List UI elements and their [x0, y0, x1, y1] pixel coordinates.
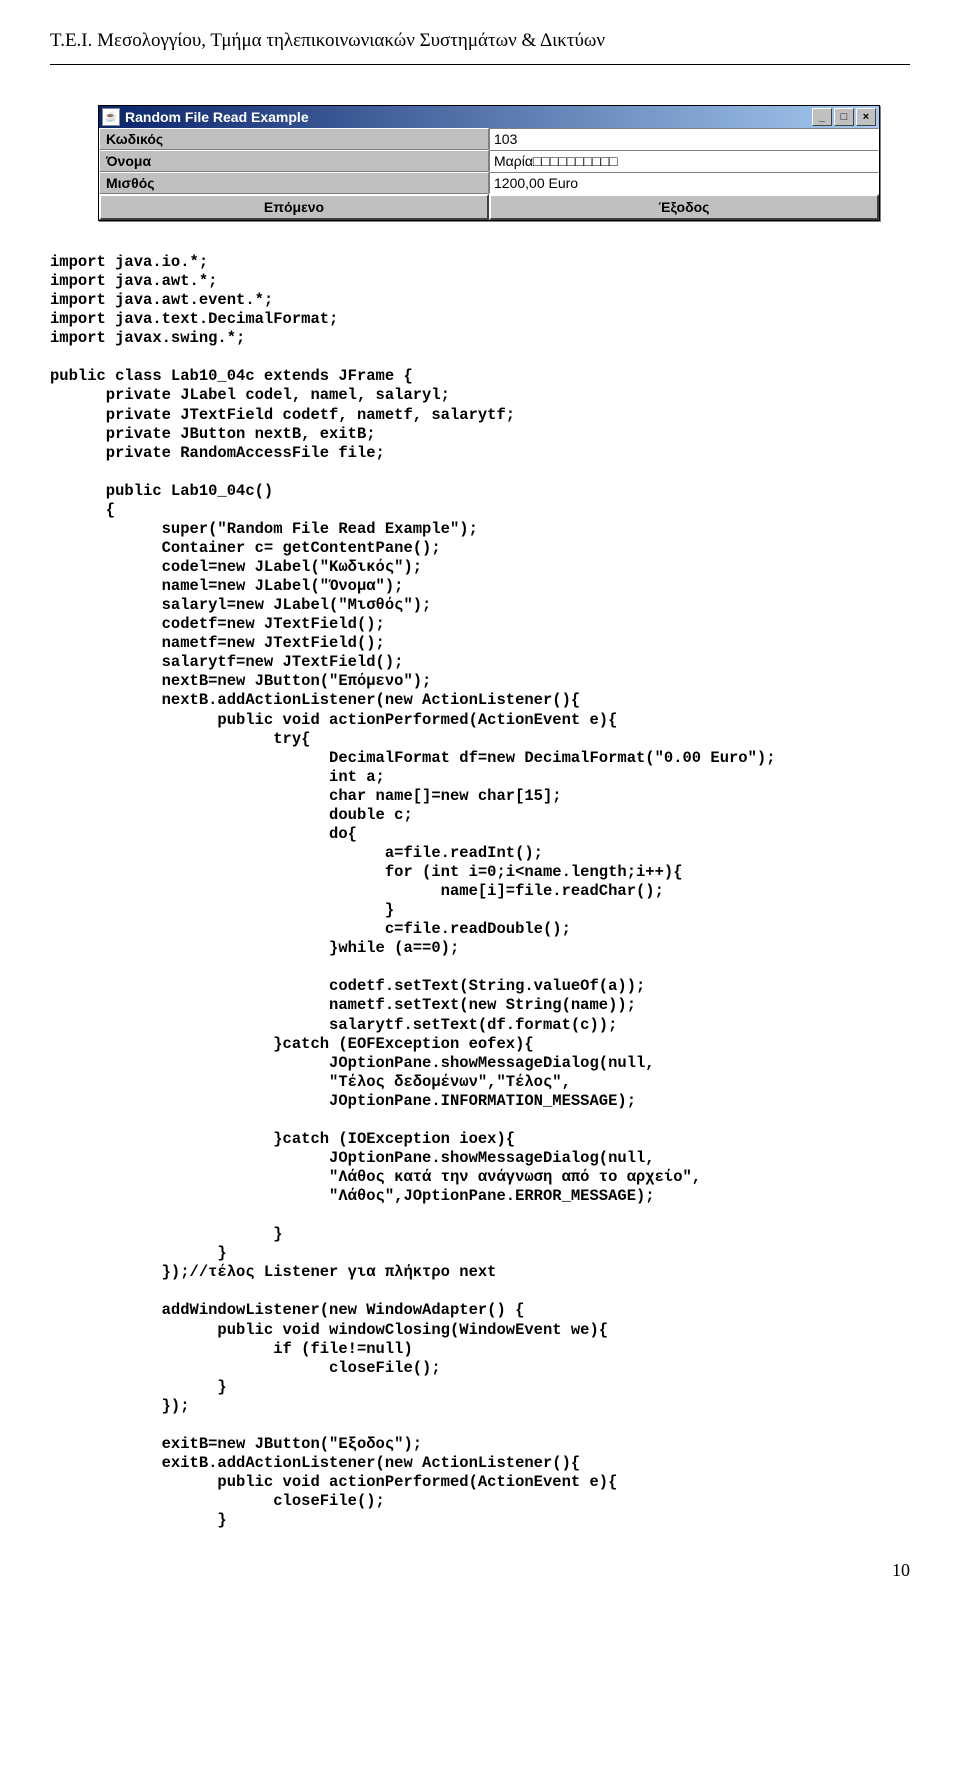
page-number: 10 [50, 1560, 910, 1581]
exit-button[interactable]: Έξοδος [489, 194, 879, 220]
header-underline [50, 52, 910, 65]
java-window: ☕ Random File Read Example _ □ × Κωδικός… [98, 105, 880, 221]
close-button[interactable]: × [856, 108, 876, 126]
java-cup-icon: ☕ [102, 108, 120, 126]
field-salary[interactable]: 1200,00 Euro [489, 172, 879, 194]
window-title: Random File Read Example [125, 109, 812, 125]
label-salary: Μισθός [99, 172, 489, 194]
field-name[interactable]: Μαρία□□□□□□□□□□ [489, 150, 879, 172]
label-name: Όνομα [99, 150, 489, 172]
label-code: Κωδικός [99, 128, 489, 150]
page-header: Τ.Ε.Ι. Μεσολογγίου, Τμήμα τηλεπικοινωνια… [50, 30, 910, 52]
java-source-code: import java.io.*; import java.awt.*; imp… [50, 253, 910, 1530]
field-code[interactable]: 103 [489, 128, 879, 150]
next-button[interactable]: Επόμενο [99, 194, 489, 220]
window-titlebar: ☕ Random File Read Example _ □ × [99, 106, 879, 128]
minimize-button[interactable]: _ [812, 108, 832, 126]
form-grid: Κωδικός 103 Όνομα Μαρία□□□□□□□□□□ Μισθός… [99, 128, 879, 194]
maximize-button[interactable]: □ [834, 108, 854, 126]
button-row: Επόμενο Έξοδος [99, 194, 879, 220]
window-controls: _ □ × [812, 108, 876, 126]
